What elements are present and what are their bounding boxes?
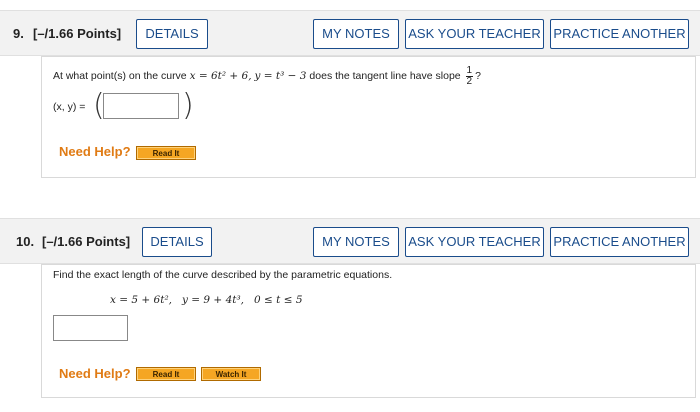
question-10-equations: x = 5 + 6t², y = 9 + 4t³, 0 ≤ t ≤ 5 — [110, 294, 303, 306]
slope-fraction: 1 2 — [465, 65, 474, 87]
question-9-my-notes-button[interactable]: MY NOTES — [313, 19, 399, 49]
question-9-prefix: At what point(s) on the curve — [53, 70, 187, 82]
question-10-number: 10. — [16, 234, 35, 249]
question-9-body: At what point(s) on the curve x = 6t² + … — [41, 56, 696, 178]
question-9-suffix: does the tangent line have slope — [309, 70, 461, 82]
point-label: (x, y) = — [53, 101, 86, 113]
question-9-points: [–/1.66 Points] — [33, 26, 122, 41]
question-9-details-button[interactable]: DETAILS — [136, 19, 208, 49]
question-9-eq-x: x = 6t² + 6, — [189, 70, 252, 82]
question-9-ask-teacher-button[interactable]: ASK YOUR TEACHER — [405, 19, 544, 49]
question-10-practice-another-button[interactable]: PRACTICE ANOTHER — [550, 227, 689, 257]
question-9-number: 9. — [13, 26, 24, 41]
question-10-text: Find the exact length of the curve descr… — [53, 269, 393, 281]
question-10-answer-input[interactable] — [53, 315, 128, 341]
question-10-need-help: Need Help? — [59, 366, 131, 381]
question-10-details-button[interactable]: DETAILS — [142, 227, 212, 257]
question-10-ask-teacher-button[interactable]: ASK YOUR TEACHER — [405, 227, 544, 257]
question-9-question-mark: ? — [475, 70, 481, 82]
question-9-header: 9. [–/1.66 Points] DETAILS MY NOTES ASK … — [0, 10, 700, 56]
question-9-practice-another-button[interactable]: PRACTICE ANOTHER — [550, 19, 689, 49]
slope-denominator: 2 — [466, 75, 473, 87]
question-9-answer-input[interactable] — [103, 93, 179, 119]
question-10-body: Find the exact length of the curve descr… — [41, 264, 696, 398]
question-10-read-it-button[interactable]: Read It — [136, 367, 196, 381]
question-10-points: [–/1.66 Points] — [42, 234, 131, 249]
question-10-watch-it-button[interactable]: Watch It — [201, 367, 261, 381]
question-9-read-it-button[interactable]: Read It — [136, 146, 196, 160]
question-10-header: 10. [–/1.66 Points] DETAILS MY NOTES ASK… — [0, 218, 700, 264]
close-paren: ) — [182, 88, 194, 123]
question-9-need-help: Need Help? — [59, 144, 131, 159]
question-9-eq-y: y = t³ − 3 — [254, 70, 307, 82]
question-10-my-notes-button[interactable]: MY NOTES — [313, 227, 399, 257]
question-9-text: At what point(s) on the curve x = 6t² + … — [53, 64, 481, 88]
